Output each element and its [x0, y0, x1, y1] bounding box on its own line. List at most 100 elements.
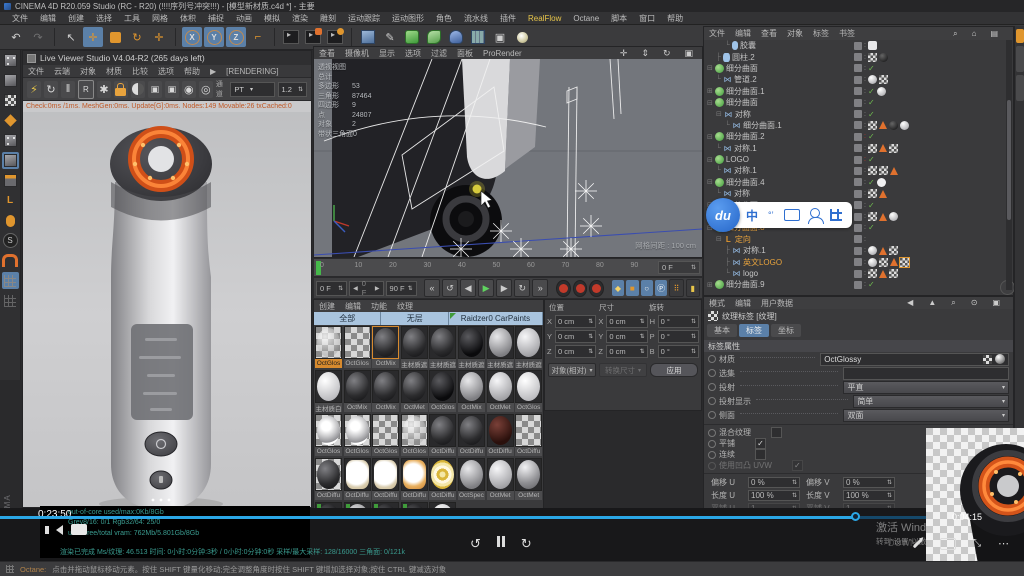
tree-branch[interactable]: └: [716, 167, 721, 174]
material-item[interactable]: 主材质白: [315, 370, 342, 413]
visibility-toggle-icon[interactable]: [854, 133, 862, 141]
attr-select-投射显示[interactable]: 简单▾: [853, 395, 1009, 408]
material-link-field[interactable]: OctGlossy: [820, 353, 1009, 366]
material-thumbnail[interactable]: [315, 370, 342, 403]
tree-branch[interactable]: ├: [725, 247, 730, 254]
object-row[interactable]: └⋈logo:: [704, 268, 1013, 279]
black-tag-icon[interactable]: [889, 121, 898, 130]
tree-branch[interactable]: └: [716, 76, 721, 83]
menu-运动图形[interactable]: 运动图形: [386, 13, 430, 24]
lv-clay-mode-icon[interactable]: ▣: [148, 81, 162, 98]
am-menu-模式[interactable]: 模式: [704, 298, 730, 309]
tree-branch[interactable]: └: [725, 42, 730, 49]
object-row[interactable]: ⊟细分曲面.4:✓: [704, 177, 1013, 188]
vp-menu-摄像机[interactable]: 摄像机: [340, 48, 374, 59]
checker-tag-icon[interactable]: [879, 75, 888, 84]
menu-捕捉[interactable]: 捕捉: [202, 13, 230, 24]
material-tab[interactable]: 全部: [314, 312, 381, 325]
polygons-mode-icon[interactable]: [2, 172, 19, 189]
visibility-dots-icon[interactable]: :: [864, 99, 866, 106]
texture-tag-selected-icon[interactable]: [900, 258, 909, 267]
checker-tag-icon[interactable]: [889, 144, 898, 153]
timeline-ruler[interactable]: 0 F⇅ 0102030405060708090: [313, 258, 703, 277]
material-item[interactable]: OctGlos: [344, 326, 371, 369]
menu-渲染[interactable]: 渲染: [286, 13, 314, 24]
menu-窗口[interactable]: 窗口: [633, 13, 661, 24]
spline-pen-icon[interactable]: ✎: [380, 27, 400, 47]
cycle-button[interactable]: ↻: [514, 279, 530, 297]
render-picture-viewer-icon[interactable]: [303, 27, 323, 47]
visibility-toggle-icon[interactable]: [854, 121, 862, 129]
anim-dot-icon[interactable]: [708, 462, 716, 470]
glass-tag-icon[interactable]: [889, 212, 898, 221]
vp-pan-icon[interactable]: ✛: [615, 48, 633, 59]
om-menu-编辑[interactable]: 编辑: [730, 28, 756, 39]
checker-tag-icon[interactable]: [889, 269, 898, 278]
material-thumbnail[interactable]: [487, 414, 514, 447]
lv-menu-帮助[interactable]: 帮助: [179, 66, 205, 77]
select-tool-icon[interactable]: ↖: [61, 27, 81, 47]
object-name[interactable]: logo: [743, 269, 758, 278]
black-tag-icon[interactable]: [879, 53, 888, 62]
grid-snap-icon[interactable]: [2, 292, 19, 309]
video-progress-handle[interactable]: [851, 512, 860, 521]
object-row[interactable]: ⊟LOGO:✓: [704, 154, 1013, 165]
lv-menu-▶[interactable]: ▶: [205, 67, 221, 76]
menu-体积[interactable]: 体积: [174, 13, 202, 24]
speaker-icon[interactable]: [56, 525, 63, 535]
object-name[interactable]: LOGO: [726, 155, 749, 164]
om-menu-查看[interactable]: 查看: [756, 28, 782, 39]
video-progress-bar[interactable]: [0, 516, 1024, 519]
checker-tag-icon[interactable]: [868, 121, 877, 130]
make-editable-icon[interactable]: [2, 52, 19, 69]
object-row[interactable]: ├圆柱.2:: [704, 51, 1013, 62]
material-thumbnail[interactable]: [515, 326, 542, 359]
glass-tag-icon[interactable]: [868, 75, 877, 84]
object-row[interactable]: ├⋈英文LOGO:: [704, 256, 1013, 267]
object-name[interactable]: 胶囊: [740, 40, 756, 51]
om-menu-书签[interactable]: 书签: [834, 28, 860, 39]
material-item[interactable]: OctDiffu: [344, 458, 371, 501]
visibility-dots-icon[interactable]: :: [864, 167, 866, 174]
visibility-toggle-icon[interactable]: [854, 64, 862, 72]
light-icon[interactable]: [512, 27, 532, 47]
checker-tag-icon[interactable]: [879, 166, 888, 175]
material-item[interactable]: 主材质遮: [458, 326, 485, 369]
object-row[interactable]: ├⋈对称.1:: [704, 245, 1013, 256]
visibility-dots-icon[interactable]: :: [864, 179, 866, 186]
next-key-button[interactable]: ▶: [496, 279, 512, 297]
visibility-dots-icon[interactable]: :: [864, 65, 866, 72]
menu-角色[interactable]: 角色: [430, 13, 458, 24]
material-item[interactable]: 主材质遮: [515, 326, 542, 369]
menu-运动跟踪[interactable]: 运动跟踪: [342, 13, 386, 24]
menu-脚本[interactable]: 脚本: [605, 13, 633, 24]
material-item[interactable]: OctMet: [487, 370, 514, 413]
material-thumbnail[interactable]: [372, 370, 399, 403]
object-row[interactable]: └胶囊:: [704, 40, 1013, 51]
am-menu-编辑[interactable]: 编辑: [730, 298, 756, 309]
material-item[interactable]: OctGlos: [315, 414, 342, 457]
visibility-toggle-icon[interactable]: [854, 201, 862, 209]
live-viewer-title-bar[interactable]: Live Viewer Studio V4.04-R2 (265 days le…: [23, 51, 311, 65]
material-thumbnail[interactable]: [515, 458, 542, 491]
phong-tag-icon[interactable]: [890, 167, 898, 175]
visibility-toggle-icon[interactable]: [854, 110, 862, 118]
autokey-button[interactable]: [573, 280, 587, 297]
visibility-dots-icon[interactable]: :: [864, 156, 866, 163]
material-item[interactable]: OctMet: [487, 458, 514, 501]
perspective-viewport[interactable]: 查看摄像机显示选项过滤面板ProRender ✛ ⇕ ↻ ▣: [313, 46, 703, 258]
material-thumbnail[interactable]: [372, 458, 399, 491]
object-name[interactable]: 圆柱.2: [732, 52, 755, 63]
edges-mode-icon[interactable]: [2, 152, 19, 169]
am-panel-icon[interactable]: ▣: [987, 298, 1005, 308]
object-row[interactable]: ⊟细分曲面:✓: [704, 97, 1013, 108]
key-pla-icon[interactable]: ⠿: [669, 279, 683, 297]
object-row[interactable]: ⊟L定向:: [704, 234, 1013, 245]
glass-tag-icon[interactable]: [900, 121, 909, 130]
visibility-dots-icon[interactable]: :: [864, 224, 866, 231]
visibility-toggle-icon[interactable]: [854, 281, 862, 289]
key-rotation-icon[interactable]: ○: [641, 280, 653, 296]
lv-menu-文件[interactable]: 文件: [23, 66, 49, 77]
visibility-dots-icon[interactable]: :: [864, 236, 866, 243]
redo-icon[interactable]: ↷: [28, 27, 48, 47]
